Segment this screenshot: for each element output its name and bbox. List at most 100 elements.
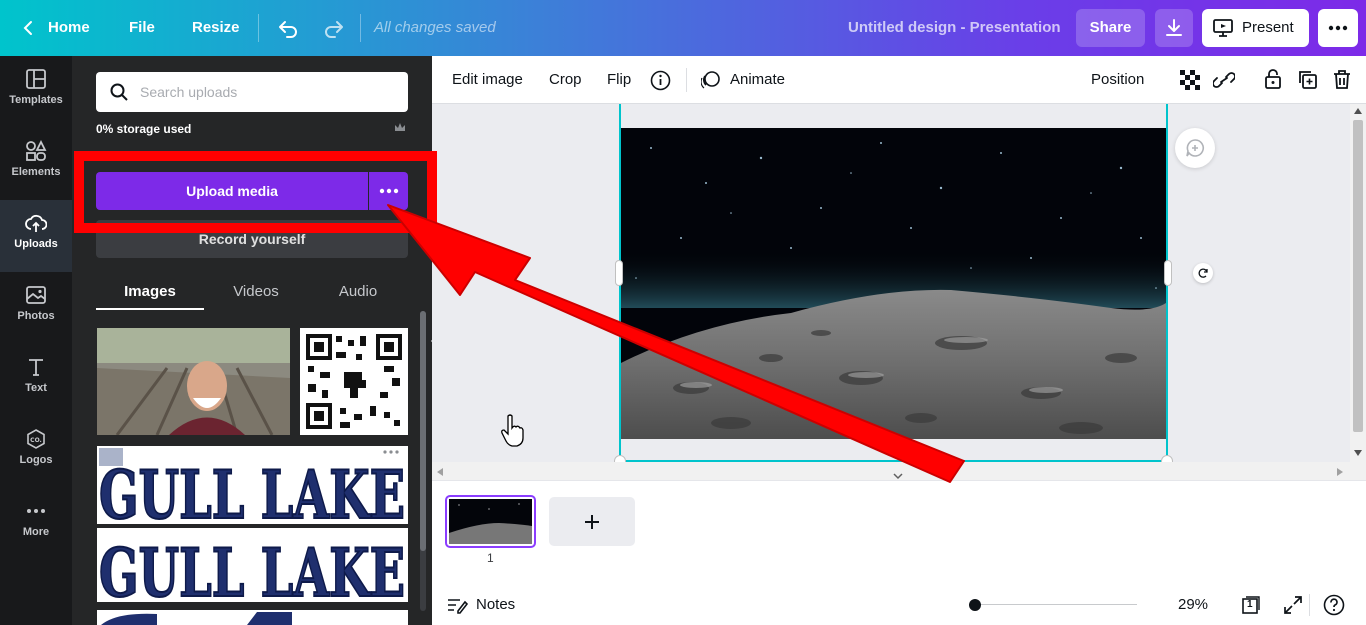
canvas-horizontal-scrollbar[interactable] — [432, 462, 1366, 480]
pages-strip: 1 — [432, 480, 1366, 584]
rail-label: Uploads — [14, 238, 58, 250]
upload-thumb-logo-3[interactable] — [97, 610, 408, 625]
page-thumb-image — [449, 499, 532, 544]
tab-audio[interactable]: Audio — [308, 274, 408, 310]
page-count-button[interactable]: 1 — [1241, 595, 1261, 615]
flip-button[interactable]: Flip — [607, 56, 631, 104]
chevron-down-icon[interactable] — [892, 472, 904, 480]
divider — [686, 68, 687, 92]
record-yourself-button[interactable]: Record yourself — [96, 220, 408, 258]
rail-label: Photos — [17, 310, 55, 322]
tab-videos[interactable]: Videos — [206, 274, 306, 310]
svg-text:CO.: CO. — [30, 437, 42, 444]
canva-editor: Home File Resize All changes saved Untit… — [0, 0, 1366, 625]
more-options-button[interactable] — [1318, 9, 1358, 47]
duplicate-icon[interactable] — [1297, 69, 1318, 90]
notes-icon[interactable] — [446, 596, 468, 614]
scroll-up-icon[interactable] — [1354, 108, 1362, 114]
redo-icon[interactable] — [322, 16, 346, 40]
rail-item-uploads[interactable]: Uploads — [0, 200, 72, 272]
position-button[interactable]: Position — [1091, 56, 1144, 104]
download-button[interactable] — [1155, 9, 1193, 47]
hand-cursor-icon — [501, 414, 524, 447]
help-icon[interactable] — [1323, 594, 1345, 616]
tab-images[interactable]: Images — [96, 274, 204, 310]
rail-item-logos[interactable]: CO. Logos — [0, 416, 72, 488]
rail-item-photos[interactable]: Photos — [0, 272, 72, 344]
canvas-area — [432, 104, 1350, 462]
rotate-handle[interactable] — [1193, 263, 1213, 283]
divider — [258, 14, 259, 42]
rotate-icon — [1198, 268, 1208, 278]
rail-label: Templates — [9, 94, 63, 106]
home-button[interactable]: Home — [48, 0, 90, 56]
scroll-right-icon[interactable] — [1337, 468, 1343, 476]
slide-image[interactable] — [621, 128, 1166, 439]
design-title[interactable]: Untitled design - Presentation — [848, 0, 1061, 56]
file-menu[interactable]: File — [129, 0, 155, 56]
link-icon[interactable] — [1213, 70, 1235, 90]
search-input[interactable]: Search uploads — [140, 72, 237, 112]
resize-handle-right[interactable] — [1164, 260, 1172, 286]
fullscreen-icon[interactable] — [1283, 595, 1303, 615]
transparency-icon[interactable] — [1180, 70, 1200, 90]
divider — [1309, 594, 1310, 616]
logo-partial — [101, 612, 292, 625]
rail-item-elements[interactable]: Elements — [0, 128, 72, 200]
present-label: Present — [1242, 19, 1294, 36]
upload-thumb-logo-1[interactable]: GULL LAKE — [97, 446, 408, 524]
canvas-vertical-scrollbar[interactable] — [1350, 104, 1366, 462]
upload-media-button[interactable]: Upload media — [96, 172, 368, 210]
zoom-slider-thumb[interactable] — [969, 599, 981, 611]
save-status: All changes saved — [374, 19, 496, 36]
info-icon[interactable] — [650, 70, 671, 91]
resize-button[interactable]: Resize — [192, 0, 240, 56]
upload-thumb-portrait[interactable] — [97, 328, 290, 435]
resize-handle-corner[interactable] — [614, 455, 626, 462]
page-thumbnail[interactable] — [445, 495, 536, 548]
lock-icon[interactable] — [1263, 68, 1283, 90]
gull-lake-logo: GULL LAKE — [98, 533, 406, 602]
scroll-left-icon[interactable] — [437, 468, 443, 476]
present-button[interactable]: Present — [1202, 9, 1309, 47]
upload-thumb-logo-2[interactable]: GULL LAKE — [97, 528, 408, 602]
notes-button[interactable]: Notes — [476, 584, 515, 625]
edit-image-button[interactable]: Edit image — [452, 56, 523, 104]
trash-icon[interactable] — [1332, 69, 1352, 90]
crop-button[interactable]: Crop — [549, 56, 582, 104]
rail-label: Elements — [11, 166, 61, 178]
comment-button[interactable] — [1175, 128, 1215, 168]
animate-icon[interactable] — [701, 70, 721, 90]
search-uploads[interactable]: Search uploads — [96, 72, 408, 112]
gull-lake-logo: GULL LAKE — [98, 448, 406, 524]
chevron-left-icon[interactable] — [20, 19, 38, 37]
animate-button[interactable]: Animate — [730, 56, 785, 104]
download-icon — [1166, 19, 1182, 36]
scroll-down-icon[interactable] — [1354, 450, 1362, 456]
qr-code — [306, 334, 402, 429]
upload-more-button[interactable] — [369, 172, 408, 210]
page-number: 1 — [487, 551, 494, 565]
resize-handle-left[interactable] — [615, 260, 623, 286]
upload-thumb-qr[interactable] — [300, 328, 408, 435]
undo-icon[interactable] — [276, 16, 300, 40]
resize-handle-corner[interactable] — [1161, 455, 1173, 462]
present-icon — [1213, 19, 1233, 37]
templates-icon — [26, 69, 46, 89]
rail-item-more[interactable]: More — [0, 488, 72, 560]
page-count-badge: 1 — [1247, 599, 1253, 610]
logos-icon: CO. — [27, 429, 45, 449]
uploads-panel: Search uploads 0% storage used Upload me… — [72, 56, 432, 625]
add-page-button[interactable] — [549, 497, 635, 546]
share-button[interactable]: Share — [1076, 9, 1145, 47]
zoom-slider-track[interactable] — [975, 604, 1137, 605]
logo-text: GULL LAKE — [99, 534, 405, 602]
rail-item-templates[interactable]: Templates — [0, 56, 72, 128]
rail-item-text[interactable]: Text — [0, 344, 72, 416]
scrollbar-thumb[interactable] — [1353, 120, 1363, 432]
photos-icon — [26, 286, 46, 304]
rail-label: Logos — [19, 454, 53, 466]
portrait-photo — [97, 328, 290, 435]
crown-icon[interactable] — [394, 122, 406, 132]
zoom-level[interactable]: 29% — [1178, 584, 1208, 625]
